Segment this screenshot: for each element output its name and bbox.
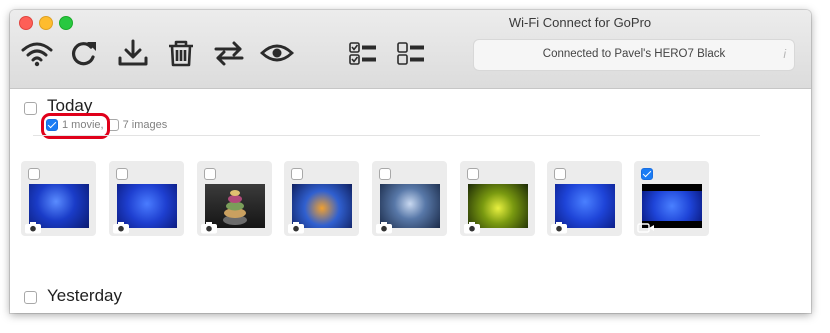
titlebar: Wi-Fi Connect for GoPro Connected to Pav… — [10, 10, 811, 89]
deselect-all-icon[interactable] — [394, 38, 428, 68]
close-window-button[interactable] — [19, 16, 33, 30]
media-thumbnail[interactable] — [284, 161, 359, 236]
thumbnail-checkbox[interactable] — [467, 168, 479, 180]
section-yesterday-title: Yesterday — [47, 286, 122, 305]
connection-status-box: Connected to Pavel's HERO7 Black i — [473, 39, 795, 71]
media-thumbnail[interactable] — [372, 161, 447, 236]
media-thumbnail[interactable] — [197, 161, 272, 236]
media-thumbnail[interactable] — [547, 161, 622, 236]
minimize-window-button[interactable] — [39, 16, 53, 30]
eye-icon[interactable] — [259, 38, 295, 68]
info-icon[interactable]: i — [783, 47, 786, 61]
camera-icon — [288, 222, 304, 234]
thumbnail-checkbox[interactable] — [204, 168, 216, 180]
select-all-icon[interactable] — [346, 38, 380, 68]
window-title: Wi-Fi Connect for GoPro — [508, 15, 652, 30]
media-thumbnail[interactable] — [109, 161, 184, 236]
media-thumbnail[interactable] — [634, 161, 709, 236]
refresh-icon[interactable] — [67, 38, 101, 68]
connection-status: Connected to Pavel's HERO7 Black — [542, 48, 726, 60]
section-today-checkbox[interactable] — [24, 102, 37, 115]
camera-icon — [113, 222, 129, 234]
filter-images-label: 7 images — [122, 119, 168, 131]
media-thumbnail[interactable] — [460, 161, 535, 236]
maximize-window-button[interactable] — [59, 16, 73, 30]
app-window: Wi-Fi Connect for GoPro Connected to Pav… — [10, 10, 811, 313]
camera-icon — [25, 222, 41, 234]
thumbnail-checkbox[interactable] — [379, 168, 391, 180]
camera-icon — [376, 222, 392, 234]
camera-icon — [551, 222, 567, 234]
section-yesterday-checkbox[interactable] — [24, 291, 37, 304]
camera-icon — [464, 222, 480, 234]
thumbnail-checkbox[interactable] — [28, 168, 40, 180]
thumbnail-checkbox[interactable] — [554, 168, 566, 180]
wifi-icon[interactable] — [20, 38, 54, 68]
download-icon[interactable] — [116, 38, 150, 68]
thumbnail-checkbox[interactable] — [291, 168, 303, 180]
media-thumbnail[interactable] — [21, 161, 96, 236]
sync-icon[interactable] — [212, 38, 246, 68]
camera-icon — [201, 222, 217, 234]
section-divider — [33, 135, 760, 136]
thumbnail-checkbox[interactable] — [116, 168, 128, 180]
thumbnail-checkbox[interactable] — [641, 168, 653, 180]
trash-icon[interactable] — [164, 38, 198, 68]
video-camera-icon — [637, 223, 654, 233]
